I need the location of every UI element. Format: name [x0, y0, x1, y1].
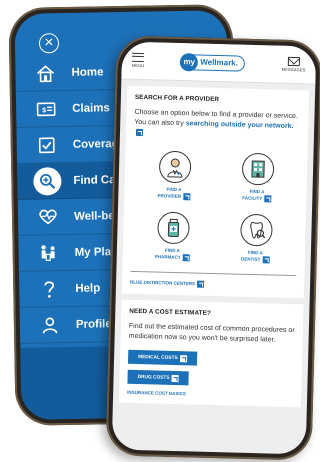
- find-pharmacy-option[interactable]: FIND A PHARMACY: [131, 211, 215, 262]
- find-dentist-line2: DENTIST: [241, 256, 261, 262]
- find-provider-option[interactable]: FIND A PROVIDER: [132, 150, 216, 201]
- find-facility-option[interactable]: FIND A FACILITY: [215, 152, 299, 203]
- coverage-icon: [35, 134, 59, 156]
- menu-button[interactable]: MENU: [131, 52, 145, 69]
- cost-estimate-heading: NEED A COST ESTIMATE?: [129, 307, 212, 317]
- close-icon[interactable]: ✕: [38, 33, 60, 54]
- dentist-icon: [239, 213, 273, 247]
- bdc-text: BLUE DISTINCTION CENTERS: [130, 279, 196, 287]
- find-dentist-label: FIND A DENTIST: [241, 250, 270, 264]
- claims-icon: $: [34, 98, 58, 120]
- search-provider-card: SEARCH FOR A PROVIDER Choose an option b…: [121, 85, 310, 299]
- messages-label: MESSAGES: [281, 66, 306, 73]
- logo-brand: Wellmark.: [200, 57, 239, 68]
- svg-text:$: $: [42, 107, 46, 114]
- find-pharmacy-line1: FIND A: [164, 247, 180, 254]
- house-icon: [33, 62, 57, 84]
- menu-item-label: Help: [75, 281, 101, 295]
- menu-item-label: Home: [71, 65, 104, 79]
- cost-buttons: MEDICAL COSTS DRUG COSTS: [127, 342, 294, 388]
- blue-distinction-centers-link[interactable]: BLUE DISTINCTION CENTERS: [130, 279, 296, 290]
- find-facility-label: FIND A FACILITY: [242, 188, 272, 203]
- wellmark-logo[interactable]: my Wellmark.: [180, 52, 246, 72]
- facility-icon: [241, 152, 274, 186]
- find-options-grid: FIND A PROVIDER FIND A FACILITY FIND A P…: [131, 150, 300, 264]
- search-provider-intro: Choose an option below to find a provide…: [134, 108, 301, 142]
- hamburger-icon: [132, 52, 145, 63]
- find-dentist-option[interactable]: FIND A DENTIST: [214, 213, 298, 264]
- external-link-icon: [179, 354, 187, 362]
- menu-item-label: Profile: [75, 317, 112, 331]
- find-facility-line2: FACILITY: [242, 195, 263, 201]
- phone-find-care: MENU my Wellmark. MESSAGES SEARCH FOR A …: [105, 35, 320, 461]
- external-link-icon: [171, 374, 179, 382]
- find-provider-label: FIND A PROVIDER: [157, 186, 191, 201]
- find-dentist-line1: FIND A: [247, 249, 263, 256]
- my-plans-icon: [36, 242, 60, 264]
- find-care-screen: MENU my Wellmark. MESSAGES SEARCH FOR A …: [111, 41, 317, 455]
- find-provider-line1: FIND A: [166, 186, 182, 193]
- drug-costs-button[interactable]: DRUG COSTS: [127, 369, 189, 386]
- medical-costs-button[interactable]: MEDICAL COSTS: [127, 349, 197, 366]
- section-divider: [130, 270, 297, 277]
- find-pharmacy-label: FIND A PHARMACY: [154, 247, 190, 262]
- external-link-icon: [262, 256, 270, 264]
- drug-costs-label: DRUG COSTS: [137, 374, 170, 381]
- cost-estimate-card: NEED A COST ESTIMATE? Find out the estim…: [118, 299, 304, 408]
- question-icon: [37, 278, 61, 300]
- menu-label: MENU: [131, 62, 145, 69]
- external-link-icon: [135, 128, 144, 136]
- find-pharmacy-line2: PHARMACY: [154, 254, 181, 260]
- find-care-icon: [33, 166, 62, 196]
- envelope-icon: [287, 56, 300, 67]
- menu-item-label: Claims: [72, 101, 110, 115]
- heart-icon: [36, 206, 60, 228]
- external-link-icon: [182, 193, 191, 201]
- marketing-stage: ✕ Home $ Claims Coverage Find Care Well-…: [0, 0, 320, 462]
- external-link-icon: [196, 280, 205, 288]
- external-link-icon: [182, 254, 190, 262]
- find-facility-line1: FIND A: [249, 188, 265, 195]
- link-text: searching outside your network.: [185, 120, 294, 131]
- logo-my: my: [180, 52, 199, 72]
- messages-button[interactable]: MESSAGES: [281, 56, 306, 73]
- medical-costs-label: MEDICAL COSTS: [138, 354, 178, 361]
- person-icon: [38, 314, 62, 336]
- search-provider-heading: SEARCH FOR A PROVIDER: [134, 93, 220, 104]
- insurance-cost-basics-link[interactable]: INSURANCE COST BASICS: [127, 390, 293, 399]
- find-provider-line2: PROVIDER: [157, 193, 182, 199]
- top-bar: MENU my Wellmark. MESSAGES: [121, 41, 317, 85]
- pharmacy-icon: [156, 211, 190, 245]
- doctor-icon: [158, 150, 192, 184]
- external-link-icon: [264, 195, 272, 203]
